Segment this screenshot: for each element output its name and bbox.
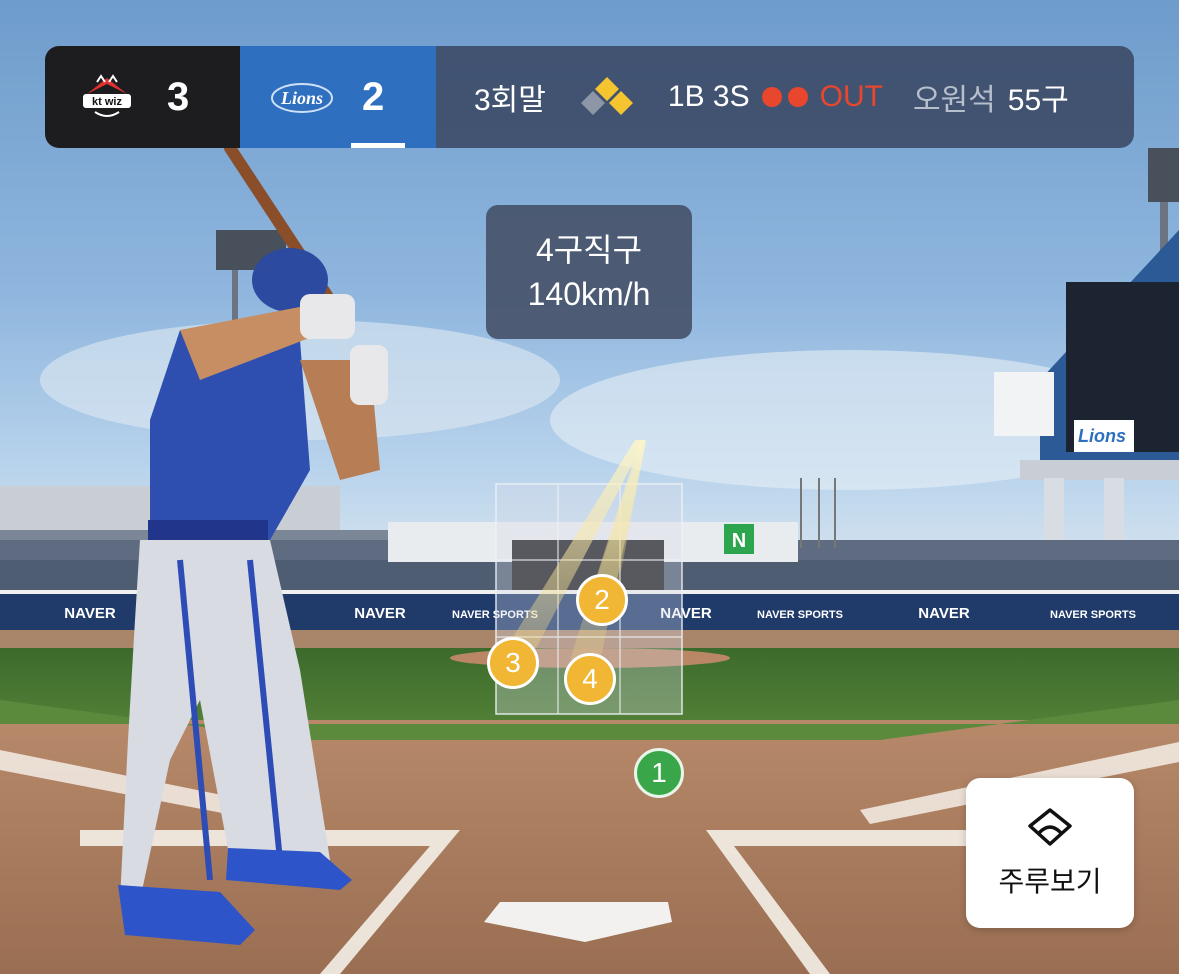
svg-text:kt wiz: kt wiz bbox=[92, 96, 122, 108]
out-indicator: OUT bbox=[761, 80, 883, 114]
pitch-marker-2[interactable]: 2 bbox=[576, 574, 628, 626]
pitch-marker-1[interactable]: 1 bbox=[634, 748, 684, 798]
bases-diamond-icon bbox=[580, 77, 633, 115]
svg-text:NAVER: NAVER bbox=[354, 605, 406, 622]
runner-view-button[interactable]: 주루보기 bbox=[966, 778, 1134, 928]
pitch-type: 4구직구 bbox=[535, 232, 643, 268]
game-stage: Lions N NAVER NAVER NAVER NAVER NAVER SP… bbox=[0, 0, 1179, 974]
game-status: 3회말 1B 3S OUT 오원석 55구 bbox=[436, 46, 1134, 148]
out-dot bbox=[787, 87, 808, 107]
svg-text:NAVER: NAVER bbox=[918, 605, 970, 622]
away-score: 3 bbox=[167, 74, 190, 119]
out-dot bbox=[761, 87, 782, 107]
home-team[interactable]: Lions 2 bbox=[240, 46, 436, 148]
pitch-speed: 140km/h bbox=[527, 276, 651, 312]
lions-logo: Lions bbox=[271, 83, 333, 113]
out-label: OUT bbox=[819, 80, 883, 113]
home-score: 2 bbox=[362, 74, 385, 119]
kt-wiz-logo: kt wiz bbox=[83, 74, 131, 117]
pitch-info-box: 4구직구 140km/h bbox=[486, 205, 692, 339]
svg-text:Lions: Lions bbox=[1078, 426, 1126, 446]
pitch-count: 55구 bbox=[1007, 84, 1069, 117]
baseball-diamond-icon bbox=[1028, 808, 1072, 846]
pitch-marker-3[interactable]: 3 bbox=[487, 637, 539, 689]
runner-view-label: 주루보기 bbox=[998, 866, 1102, 897]
svg-text:NAVER SPORTS: NAVER SPORTS bbox=[757, 609, 843, 621]
svg-text:Lions: Lions bbox=[280, 88, 323, 108]
inning-label: 3회말 bbox=[474, 84, 546, 117]
pitch-marker-4[interactable]: 4 bbox=[564, 653, 616, 705]
scoreboard-bar: kt wiz 3 Lions 2 3회말 1B 3S OUT 오원석 55구 bbox=[45, 46, 1134, 148]
away-team[interactable]: kt wiz 3 bbox=[45, 46, 240, 148]
batting-team-indicator bbox=[351, 143, 405, 148]
svg-text:NAVER: NAVER bbox=[64, 605, 116, 622]
ball-strike-count: 1B 3S bbox=[667, 80, 750, 113]
svg-text:NAVER SPORTS: NAVER SPORTS bbox=[1050, 609, 1136, 621]
svg-text:N: N bbox=[732, 530, 746, 552]
pitcher-name: 오원석 bbox=[912, 84, 996, 117]
